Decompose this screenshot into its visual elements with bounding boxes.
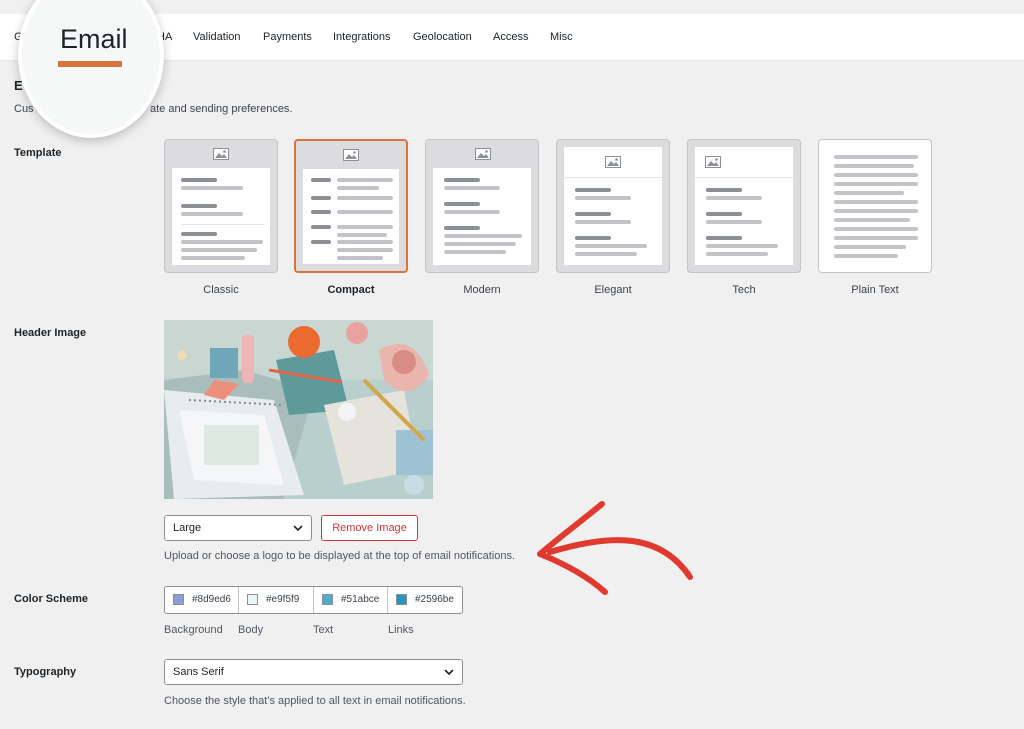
header-image-help-text: Upload or choose a logo to be displayed … — [164, 550, 516, 562]
template-elegant[interactable] — [556, 139, 670, 273]
header-image-preview[interactable] — [164, 320, 433, 499]
color-chip — [322, 594, 333, 605]
color-swatch-body[interactable]: #e9f5f9 — [239, 587, 314, 613]
tab-email[interactable]: Email — [60, 24, 128, 55]
color-hex: #e9f5f9 — [266, 594, 300, 605]
template-name-compact: Compact — [327, 284, 375, 296]
template-name-classic: Classic — [203, 284, 239, 296]
image-placeholder-icon — [475, 148, 491, 160]
image-placeholder-icon — [705, 156, 721, 168]
template-tech[interactable] — [687, 139, 801, 273]
image-placeholder-icon — [343, 149, 359, 161]
template-classic[interactable] — [164, 139, 278, 273]
color-swatch-links[interactable]: #2596be — [388, 587, 462, 613]
image-placeholder-icon — [605, 156, 621, 168]
header-image-label: Header Image — [14, 327, 87, 339]
typography-select[interactable]: Sans Serif — [164, 659, 463, 685]
tab-geolocation[interactable]: Geolocation — [413, 14, 472, 60]
chevron-down-icon — [293, 525, 303, 532]
template-preview-paper — [564, 147, 662, 265]
tab-access[interactable]: Access — [493, 14, 528, 60]
header-image-size-select[interactable]: Large — [164, 515, 312, 541]
annotation-arrow-icon — [537, 501, 693, 595]
color-chip — [247, 594, 258, 605]
tab-payments[interactable]: Payments — [263, 14, 312, 60]
template-preview-paper — [695, 147, 793, 265]
color-scheme-label: Color Scheme — [14, 593, 88, 605]
color-hex: #8d9ed6 — [192, 594, 231, 605]
tab-misc[interactable]: Misc — [550, 14, 573, 60]
color-chip — [173, 594, 184, 605]
template-modern[interactable] — [425, 139, 539, 273]
chevron-down-icon — [444, 669, 454, 676]
color-swatch-group: #8d9ed6 #e9f5f9 #51abce #2596be — [164, 586, 463, 614]
color-label-background: Background — [164, 624, 223, 636]
image-placeholder-icon — [213, 148, 229, 160]
template-name-tech: Tech — [732, 284, 756, 296]
template-compact[interactable] — [294, 139, 408, 273]
color-label-body: Body — [238, 624, 264, 636]
header-image-photo — [164, 320, 433, 499]
template-name-plain-text: Plain Text — [851, 284, 899, 296]
template-plain-text[interactable] — [818, 139, 932, 273]
tab-validation[interactable]: Validation — [193, 14, 241, 60]
template-name-elegant: Elegant — [594, 284, 632, 296]
typography-label: Typography — [14, 666, 77, 678]
color-label-links: Links — [388, 624, 414, 636]
header-image-size-value: Large — [173, 522, 202, 534]
template-label: Template — [14, 147, 62, 159]
color-swatch-text[interactable]: #51abce — [314, 587, 388, 613]
color-chip — [396, 594, 407, 605]
color-label-text: Text — [313, 624, 334, 636]
remove-image-button[interactable]: Remove Image — [321, 515, 418, 541]
template-name-modern: Modern — [463, 284, 501, 296]
typography-help-text: Choose the style that's applied to all t… — [164, 695, 466, 707]
tab-integrations[interactable]: Integrations — [333, 14, 390, 60]
active-tab-underline — [58, 61, 122, 67]
color-hex: #2596be — [415, 594, 454, 605]
color-swatch-background[interactable]: #8d9ed6 — [165, 587, 239, 613]
section-description-left: Cus — [14, 103, 34, 115]
template-preview-paper — [303, 169, 399, 264]
template-preview-paper — [433, 168, 531, 265]
email-tab-magnifier[interactable]: Email — [18, 0, 164, 138]
template-preview-paper — [172, 168, 270, 265]
color-hex: #51abce — [341, 594, 380, 605]
typography-value: Sans Serif — [173, 666, 224, 678]
section-description-right: ate and sending preferences. — [150, 103, 293, 115]
